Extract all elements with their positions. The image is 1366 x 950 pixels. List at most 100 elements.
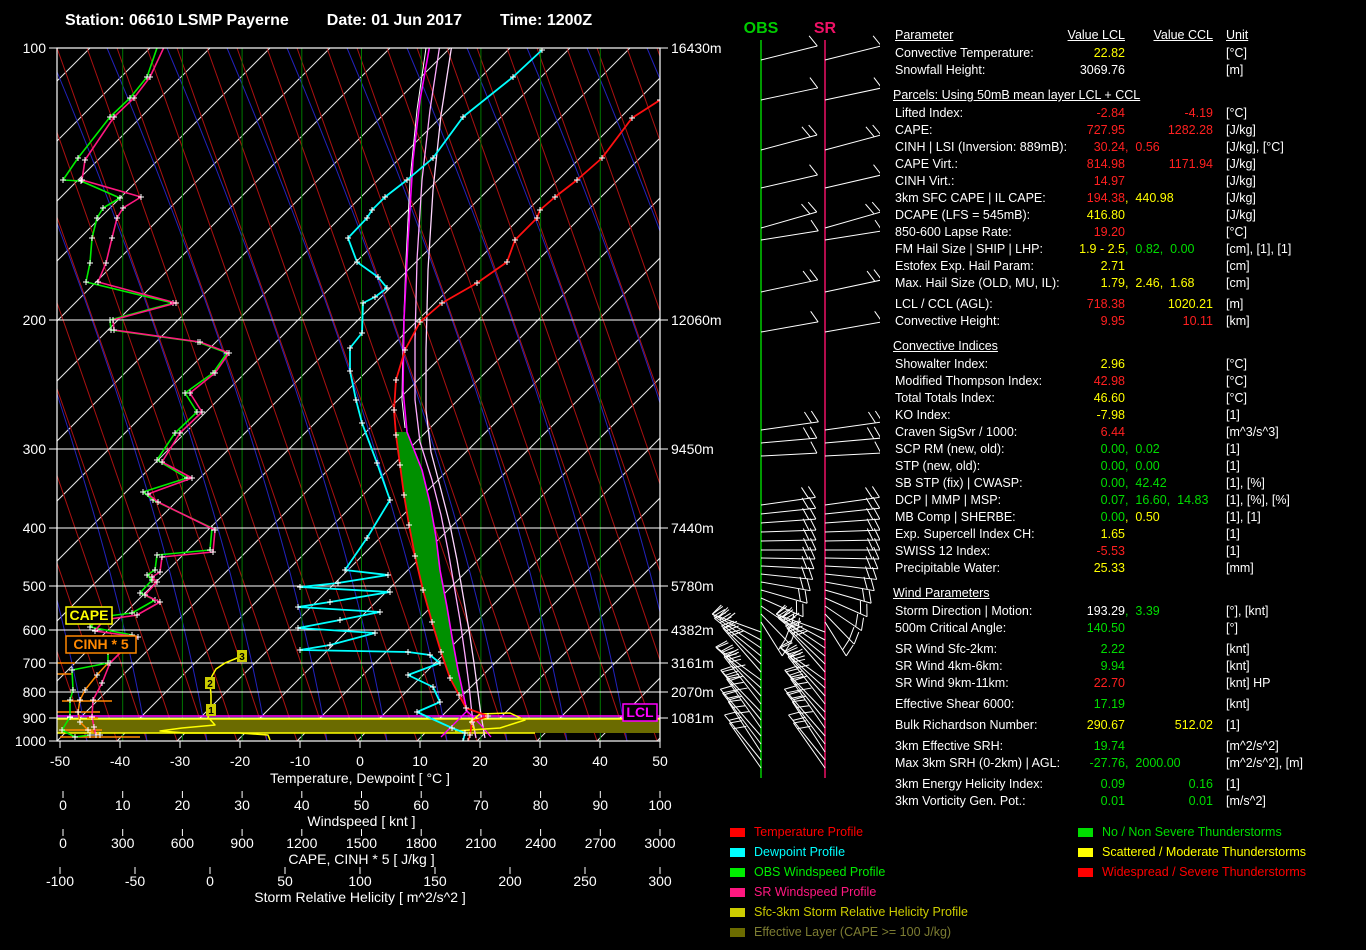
parameter-label: CINH Virt.: (895, 174, 955, 188)
wind-barb-feather (855, 613, 859, 627)
value-lcl: 0.00 (1100, 459, 1125, 473)
parameter-row: MB Comp | SHERBE: 0.00, 0.50 [1], [1] (893, 509, 1366, 526)
axis-tick-label: 3000 (644, 835, 675, 851)
parameter-row: 3km Energy Helicity Index: 0.09 0.16 [1] (893, 776, 1366, 793)
axis-tick-label: 30 (234, 797, 250, 813)
dry-adiabat-line (57, 130, 268, 741)
value-lcl: 22.70 (1093, 676, 1125, 690)
effective-layer-band (57, 719, 660, 733)
axis-tick-label: 20 (175, 797, 191, 813)
parameter-label: KO Index: (895, 408, 951, 422)
wind-barb (824, 230, 883, 241)
axis-tick-label: -50 (125, 873, 145, 889)
wind-barb-feather (810, 310, 819, 323)
profile-legend-item: Sfc-3km Storm Relative Helicity Profile (730, 902, 968, 922)
parameter-label: CAPE Virt.: (895, 157, 958, 171)
axis-tick-label: -40 (110, 753, 130, 769)
svg-text:1: 1 (208, 706, 214, 717)
unit-label: [mm] (1226, 561, 1254, 575)
parameter-row: Max. Hail Size (OLD, MU, IL): 1.79, 2.46,… (893, 275, 1366, 292)
axis-tick-label: 0 (59, 835, 67, 851)
sr-column-label: SR (814, 20, 837, 37)
wind-barb (824, 507, 880, 515)
wind-barb-feather (866, 518, 874, 531)
wind-barb-feather (733, 725, 747, 730)
wind-barb (716, 647, 762, 689)
axis-tick-label: 20 (472, 753, 488, 769)
parameter-row: SR Wind 4km-6km: 9.94 [knt] (893, 658, 1366, 675)
wind-barb-feather (729, 720, 743, 724)
wind-barb-feather (802, 508, 810, 520)
wind-barb (824, 87, 882, 101)
wind-barb-feather (712, 605, 724, 615)
wind-barb-feather (720, 685, 733, 690)
wind-barb-feather (874, 410, 883, 423)
wind-barb-feather (784, 685, 797, 690)
unit-label: [J/kg] (1226, 174, 1256, 188)
legend-label: OBS Windspeed Profile (754, 865, 886, 879)
wind-barb-feather (872, 35, 882, 47)
legend-swatch (1078, 827, 1093, 837)
parameter-row: Exp. Supercell Index CH: 1.65 [1] (893, 526, 1366, 543)
pressure-label: 500 (23, 578, 47, 594)
srh-axis: -100 -50 0 50 100 150 200 250 300 Storm Relative … (46, 867, 672, 905)
wind-barb-feather (865, 487, 873, 499)
isotherm-line (596, 677, 660, 741)
wind-barb-feather (809, 77, 819, 89)
wind-barb-feather (802, 546, 809, 560)
wind-barb (760, 539, 817, 542)
wind-barb (760, 557, 816, 560)
unit-label: [m^3/s^3] (1226, 425, 1279, 439)
value-lcl: 140.50 (1086, 621, 1125, 635)
dry-adiabat-line (626, 48, 660, 143)
value-lcl: 46.60 (1093, 391, 1125, 405)
svg-text:CINH * 5: CINH * 5 (73, 636, 128, 652)
cape-axis: 0 300 600 900 1200 1500 1800 2100 2400 2700 3000 CA… (59, 829, 676, 867)
wind-barb-feather (865, 126, 875, 138)
unit-label: [knt] HP (1226, 676, 1271, 690)
wind-barb-feather (808, 124, 818, 136)
parameter-row: SWISS 12 Index: -5.53 [1] (893, 543, 1366, 560)
unit-label: [1] (1226, 544, 1240, 558)
axis-tick-label: -30 (170, 753, 190, 769)
pressure-label: 200 (23, 312, 47, 328)
value-lcl: 14.97 (1093, 174, 1125, 188)
severity-legend-item: Widespread / Severe Thunderstorms (1078, 862, 1306, 882)
wind-barb (824, 134, 882, 151)
parameter-row: Craven SigSvr / 1000: 6.44 [m^3/s^3] (893, 424, 1366, 441)
value-extra: , 440.98 (1125, 191, 1174, 205)
parameter-row: LCL / CCL (AGL): 718.38 1020.21 [m] (893, 296, 1366, 313)
cape-label-box: CAPE (65, 606, 113, 625)
legend-swatch (730, 827, 745, 837)
legend-swatch (730, 927, 745, 937)
wind-barb-feather (868, 590, 872, 604)
wind-barb (760, 230, 819, 241)
value-lcl: 1.65 (1100, 527, 1125, 541)
unit-label: [J/kg] (1226, 123, 1256, 137)
wind-barb (824, 421, 883, 431)
unit-label: [km] (1226, 314, 1250, 328)
height-label: 12060m (671, 312, 722, 328)
dry-adiabat-line (266, 48, 508, 741)
wind-barb-feather (797, 588, 801, 602)
axis-tick-label: 250 (573, 873, 597, 889)
wind-barb-feather (809, 164, 818, 176)
legend-label: Temperature Profile (754, 825, 864, 839)
wind-barb (824, 211, 881, 229)
pressure-label: 1000 (15, 733, 46, 749)
dry-adiabat-line (446, 48, 660, 662)
wind-barb (760, 507, 816, 515)
unit-label: [1] (1226, 442, 1240, 456)
svg-text:2: 2 (207, 679, 213, 690)
parameter-row: 3km Vorticity Gen. Pot.: 0.01 0.01 [m/s^2] (893, 793, 1366, 810)
wind-barb-feather (810, 441, 818, 454)
wind-barb-feather (870, 577, 875, 591)
wind-barb-feather (724, 711, 738, 716)
wind-barb (760, 211, 817, 229)
unit-label: [°C] (1226, 374, 1247, 388)
unit-label: [1], [%], [%] (1226, 493, 1290, 507)
wind-barb-feather (873, 269, 883, 281)
dry-adiabat-line (146, 48, 388, 741)
wind-barb (760, 134, 818, 151)
title-bar: Station: 06610 LSMP Payerne Date: 01 Jun … (65, 12, 630, 30)
